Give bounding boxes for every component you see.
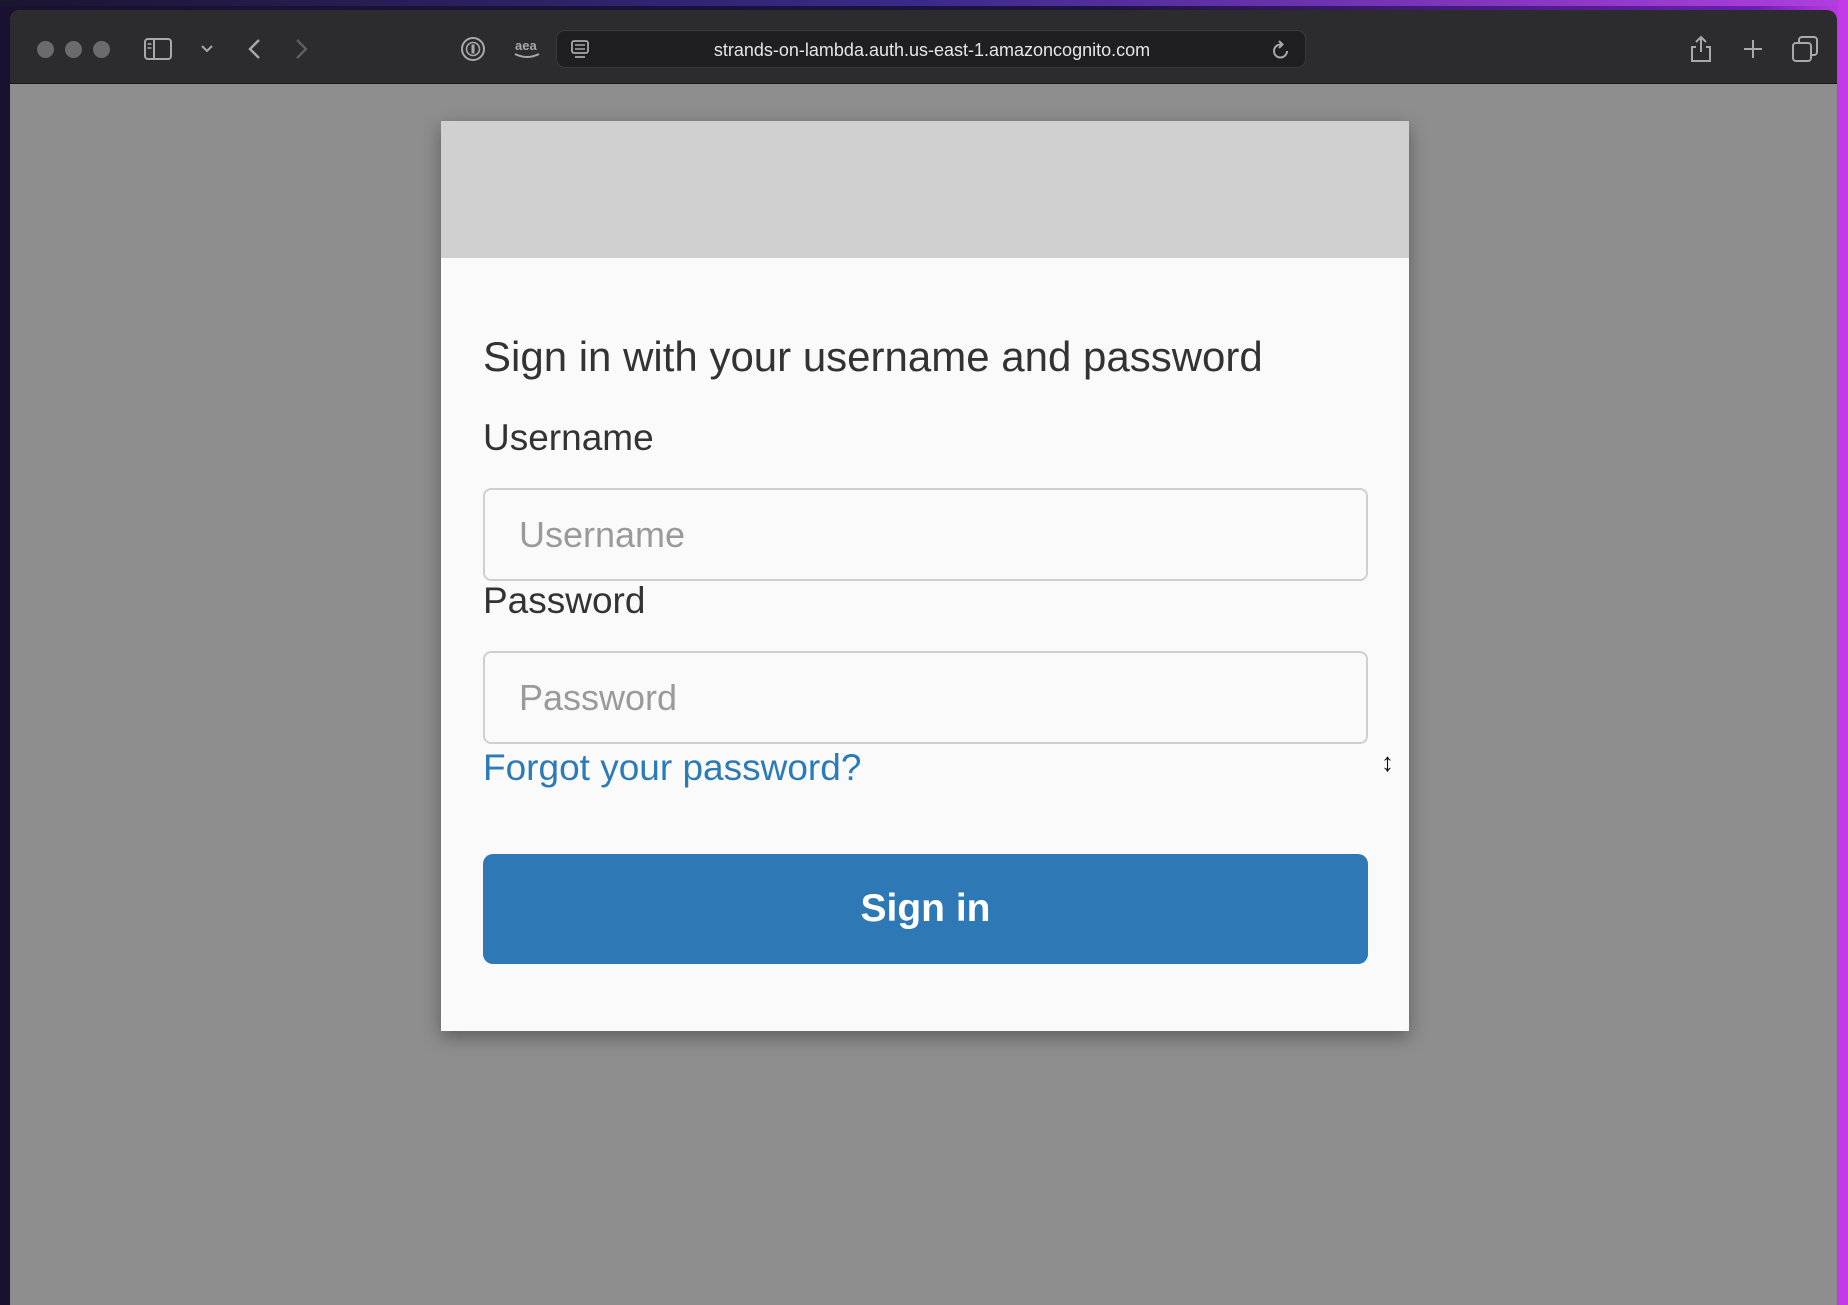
login-card: Sign in with your username and password …	[441, 121, 1409, 1031]
minimize-window-icon[interactable]	[65, 41, 82, 58]
resize-cursor-icon: ↕	[1381, 747, 1394, 777]
address-bar[interactable]: strands-on-lambda.auth.us-east-1.amazonc…	[556, 30, 1306, 68]
close-window-icon[interactable]	[37, 41, 54, 58]
page-content: Sign in with your username and password …	[10, 84, 1837, 1305]
browser-toolbar: aea strands-on-lambda.auth.us-east-1.ama…	[10, 10, 1837, 84]
back-icon[interactable]	[242, 32, 266, 66]
amazon-extension-icon[interactable]: aea	[510, 32, 544, 66]
forgot-password-link[interactable]: Forgot your password?	[483, 747, 861, 789]
forward-icon[interactable]	[290, 32, 314, 66]
new-tab-icon[interactable]	[1738, 32, 1768, 66]
tabs-overview-icon[interactable]	[1790, 32, 1820, 66]
password-label: Password	[483, 580, 646, 621]
chevron-down-icon[interactable]	[198, 32, 216, 66]
password-input[interactable]	[483, 651, 1368, 744]
sign-in-button[interactable]: Sign in	[483, 854, 1368, 964]
sidebar-icon[interactable]	[142, 32, 174, 66]
username-label: Username	[483, 417, 654, 458]
share-icon[interactable]	[1686, 32, 1716, 66]
svg-text:aea: aea	[515, 38, 537, 53]
zoom-window-icon[interactable]	[93, 41, 110, 58]
reload-icon[interactable]	[1269, 33, 1293, 67]
desktop-top-edge	[0, 0, 1848, 6]
card-banner	[441, 121, 1409, 258]
browser-window: aea strands-on-lambda.auth.us-east-1.ama…	[10, 10, 1837, 1305]
url-text: strands-on-lambda.auth.us-east-1.amazonc…	[713, 40, 1151, 60]
username-input[interactable]	[483, 488, 1368, 581]
desktop-right-edge	[1838, 0, 1848, 1305]
login-heading: Sign in with your username and password	[483, 333, 1263, 380]
password-manager-icon[interactable]	[458, 32, 488, 66]
